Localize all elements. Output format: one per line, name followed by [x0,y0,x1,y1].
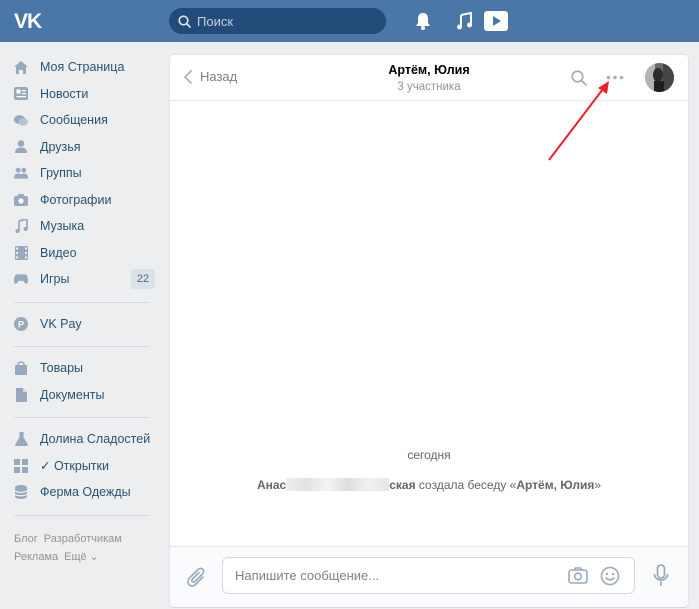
sidebar-item-label: Музыка [40,219,85,234]
sidebar-item-candy-valley[interactable]: Долина Сладостей [0,426,160,453]
chat-header: Назад Артём, Юлия 3 участника [170,55,688,101]
search-icon [178,14,191,28]
left-sidebar: Моя Страница Новости Сообщения Друзья Гр… [0,54,160,524]
sidebar-item-friends[interactable]: Друзья [0,134,160,161]
footer-link-developers[interactable]: Разработчикам [44,533,122,545]
paperclip-icon[interactable] [187,567,207,589]
emoji-smile-icon[interactable] [600,566,620,586]
sidebar-divider [14,417,149,418]
sidebar-item-my-page[interactable]: Моя Страница [0,54,160,81]
music-note-icon [14,219,28,234]
sidebar-item-postcards[interactable]: ✓ Открытки [0,453,160,480]
footer-link-ads[interactable]: Реклама [14,551,58,563]
sidebar-item-label: Документы [40,387,105,402]
newspaper-icon [14,87,28,101]
sidebar-item-label: Ферма Одежды [40,485,131,500]
sidebar-item-groups[interactable]: Группы [0,160,160,187]
music-note-icon[interactable] [456,12,474,30]
creator-name-start[interactable]: Анас [257,478,286,492]
sidebar-item-clothes-farm[interactable]: Ферма Одежды [0,479,160,506]
chat-bubbles-icon [14,113,28,127]
gamepad-icon [14,272,28,286]
sidebar-item-vkpay[interactable]: P VK Pay [0,311,160,338]
message-composer [170,546,688,607]
sidebar-item-news[interactable]: Новости [0,81,160,108]
more-dots-icon[interactable] [606,75,624,80]
sidebar-divider [14,301,149,303]
chat-panel: Назад Артём, Юлия 3 участника сегодня Ан… [170,55,688,607]
film-icon [14,245,28,260]
sidebar-item-label: VK Pay [40,316,82,331]
sidebar-divider [14,346,149,347]
sidebar-item-label: Игры [40,272,70,287]
sidebar-item-video[interactable]: Видео [0,240,160,267]
bell-icon[interactable] [414,11,432,31]
sidebar-footer: Блог Разработчикам Реклама Ещё ⌄ [14,530,154,566]
play-icon[interactable] [484,10,508,32]
date-separator: сегодня [407,448,451,462]
sidebar-item-goods[interactable]: Товары [0,355,160,382]
sidebar-item-music[interactable]: Музыка [0,213,160,240]
footer-link-more[interactable]: Ещё ⌄ [64,551,99,563]
footer-link-blog[interactable]: Блог [14,533,38,545]
group-icon [14,166,28,180]
sidebar-item-games[interactable]: Игры 22 [0,266,160,293]
chat-avatar[interactable] [645,63,674,92]
sidebar-item-documents[interactable]: Документы [0,382,160,409]
shopping-bag-icon [14,361,28,376]
database-icon [14,485,28,500]
sidebar-item-photos[interactable]: Фотографии [0,187,160,214]
chat-name: Артём, Юлия [516,478,595,492]
search-icon[interactable] [571,70,587,86]
top-header: VK [0,0,699,42]
sidebar-item-label: Новости [40,86,89,101]
sidebar-divider [14,514,149,516]
camera-icon[interactable] [568,567,588,584]
sidebar-item-label: Моя Страница [40,60,125,75]
sidebar-item-label: Группы [40,166,82,181]
search-box[interactable] [169,8,386,34]
microphone-icon[interactable] [653,564,669,588]
grid-icon [14,458,28,473]
sidebar-item-label: Долина Сладостей [40,432,151,447]
svg-text:P: P [18,319,24,329]
system-message: Анас ская создала беседу «Артём, Юлия» [170,478,688,492]
message-input-box[interactable] [222,557,635,594]
chat-members-count[interactable]: 3 участника [170,81,688,93]
system-message-close: » [594,478,602,492]
document-icon [14,387,28,402]
sidebar-item-label: Сообщения [40,113,108,128]
sidebar-item-messages[interactable]: Сообщения [0,107,160,134]
sidebar-item-label: Товары [40,361,83,376]
flask-icon [14,432,28,447]
search-input[interactable] [197,13,367,29]
blurred-name [286,478,390,491]
system-message-action: создала беседу « [415,478,517,492]
message-input[interactable] [235,568,555,583]
vkpay-icon: P [14,316,28,331]
user-icon [14,140,28,154]
vk-logo[interactable]: VK [14,10,42,34]
creator-name-end[interactable]: ская [389,478,415,492]
sidebar-item-label: ✓ Открытки [40,459,109,474]
games-count-badge: 22 [131,269,155,289]
sidebar-item-label: Фотографии [40,192,112,207]
home-icon [14,60,28,74]
sidebar-item-label: Видео [40,245,77,260]
sidebar-item-label: Друзья [40,139,81,154]
camera-icon [14,193,28,207]
